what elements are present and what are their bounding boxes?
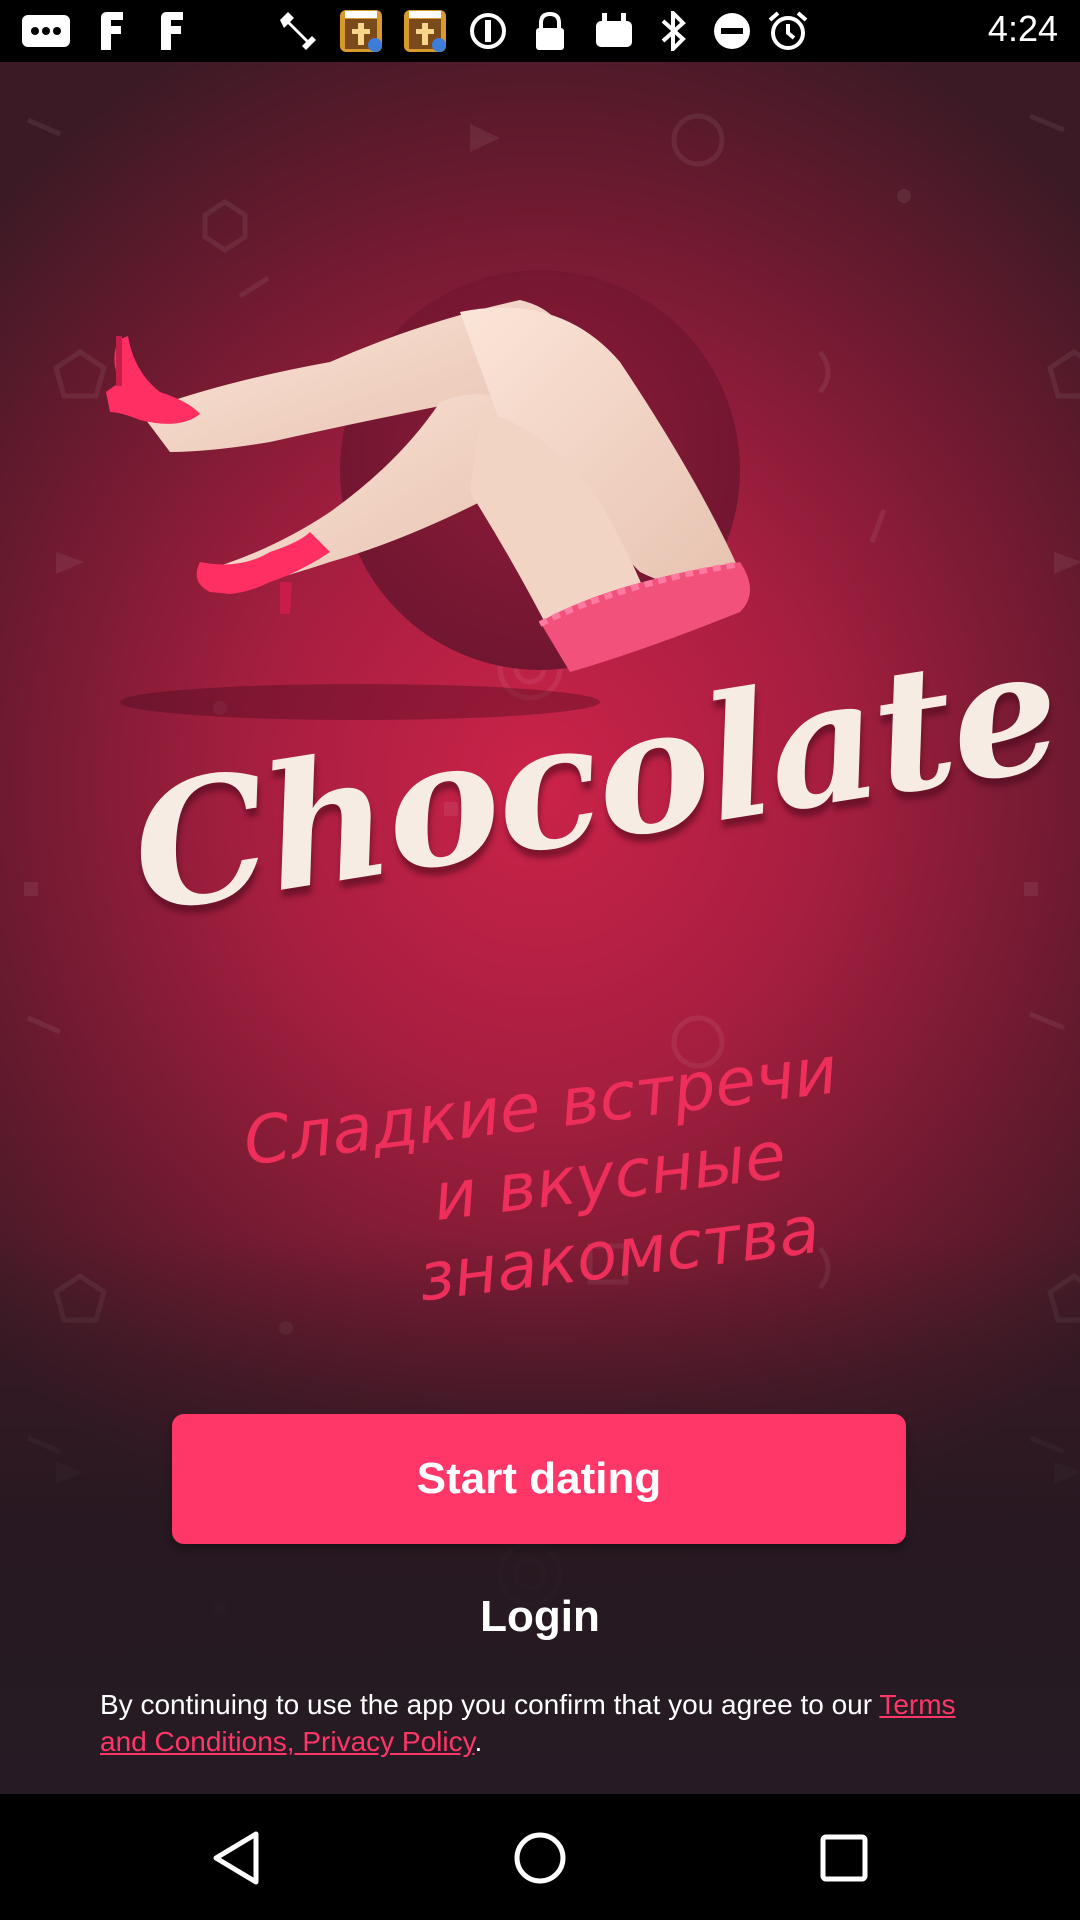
sync-icon: [468, 10, 508, 52]
bluetooth-icon: [654, 10, 694, 52]
fb-icon: [150, 10, 190, 52]
legal-end: .: [474, 1726, 483, 1757]
lock-icon: [530, 10, 570, 52]
android-icon: [592, 10, 636, 52]
alarm-icon: [766, 10, 810, 52]
do-not-disturb-icon: [710, 10, 754, 52]
navigation-bar: [0, 1794, 1080, 1920]
legal-notice: By continuing to use the app you confirm…: [100, 1686, 1000, 1760]
start-dating-button[interactable]: Start dating: [172, 1414, 906, 1544]
legal-text: By continuing to use the app you confirm…: [100, 1689, 880, 1720]
welcome-screen: Chocolate Сладкие встречи и вкусные знак…: [0, 62, 1080, 1794]
recents-icon[interactable]: [804, 1818, 884, 1898]
fb-icon: [90, 10, 130, 52]
home-icon[interactable]: [500, 1818, 580, 1898]
status-time: 4:24: [987, 8, 1058, 49]
more-icon: [18, 10, 74, 52]
topics-app-icon: [338, 10, 384, 52]
back-icon[interactable]: [196, 1818, 276, 1898]
wrench-icon: [274, 10, 320, 52]
login-button[interactable]: Login: [340, 1582, 740, 1652]
status-bar: 4:24: [0, 0, 1080, 62]
topics-app-icon: [402, 10, 448, 52]
